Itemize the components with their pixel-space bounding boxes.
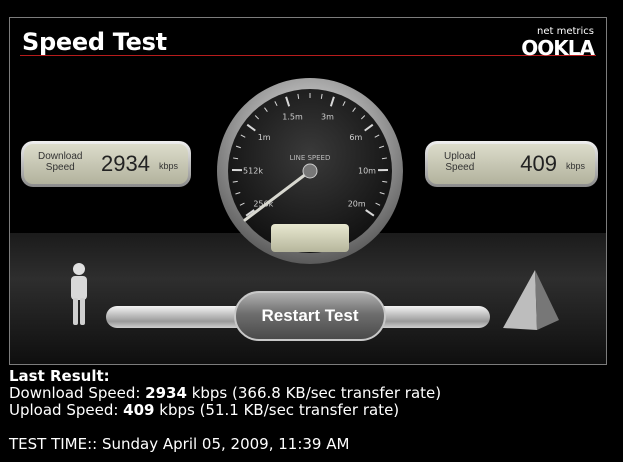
title-divider bbox=[20, 55, 596, 56]
gauge-tick-label: 10m bbox=[358, 166, 376, 175]
gauge-window bbox=[271, 224, 349, 252]
gauge-caption: LINE SPEED bbox=[290, 154, 331, 162]
ookla-logo: net metrics OOKLA bbox=[514, 26, 595, 60]
download-speed-readout: Download Speed 2934 kbps bbox=[21, 141, 191, 187]
gauge-tick-label: 3m bbox=[321, 113, 334, 122]
download-result-value: 2934 bbox=[145, 384, 187, 402]
line-speed-gauge: 256k512k1m1.5m 3m6m10m20m LINE SPEED bbox=[217, 78, 403, 264]
logo-name: OOKLA bbox=[521, 36, 595, 60]
download-unit: kbps bbox=[158, 161, 178, 171]
upload-speed-readout: Upload Speed 409 kbps bbox=[425, 141, 598, 187]
upload-result-value: 409 bbox=[123, 401, 155, 419]
last-result-section: Last Result: Download Speed: 2934 kbps (… bbox=[9, 368, 441, 453]
restart-test-button[interactable]: Restart Test bbox=[234, 291, 386, 341]
upload-value: 409 bbox=[520, 151, 557, 176]
server-pyramid-icon bbox=[503, 270, 559, 330]
test-time: TEST TIME:: Sunday April 05, 2009, 11:39… bbox=[9, 435, 350, 453]
upload-label: Upload Speed bbox=[444, 151, 476, 173]
upload-unit: kbps bbox=[565, 161, 585, 171]
upload-result-line: Upload Speed: 409 kbps (51.1 KB/sec tran… bbox=[9, 401, 400, 419]
gauge-tick-label: 512k bbox=[243, 166, 263, 175]
person-icon bbox=[71, 263, 87, 325]
gauge-tick-label: 20m bbox=[348, 200, 366, 209]
app-title: Speed Test bbox=[22, 28, 167, 56]
speed-test-panel: Speed Test net metrics OOKLA 256k 512k 1m 1… bbox=[9, 17, 607, 365]
last-result-heading: Last Result: bbox=[9, 367, 110, 385]
gauge-tick-label: 1m bbox=[258, 133, 271, 142]
gauge-tick-label: 6m bbox=[349, 133, 362, 142]
gauge-minor-tick bbox=[232, 180, 238, 183]
gauge-hub bbox=[302, 163, 318, 179]
download-value: 2934 bbox=[101, 151, 150, 176]
gauge-tick-label: 1.5m bbox=[282, 113, 303, 122]
download-result-line: Download Speed: 2934 kbps (366.8 KB/sec … bbox=[9, 384, 442, 402]
download-label: Download Speed bbox=[38, 151, 83, 173]
gauge-minor-tick bbox=[382, 180, 388, 183]
